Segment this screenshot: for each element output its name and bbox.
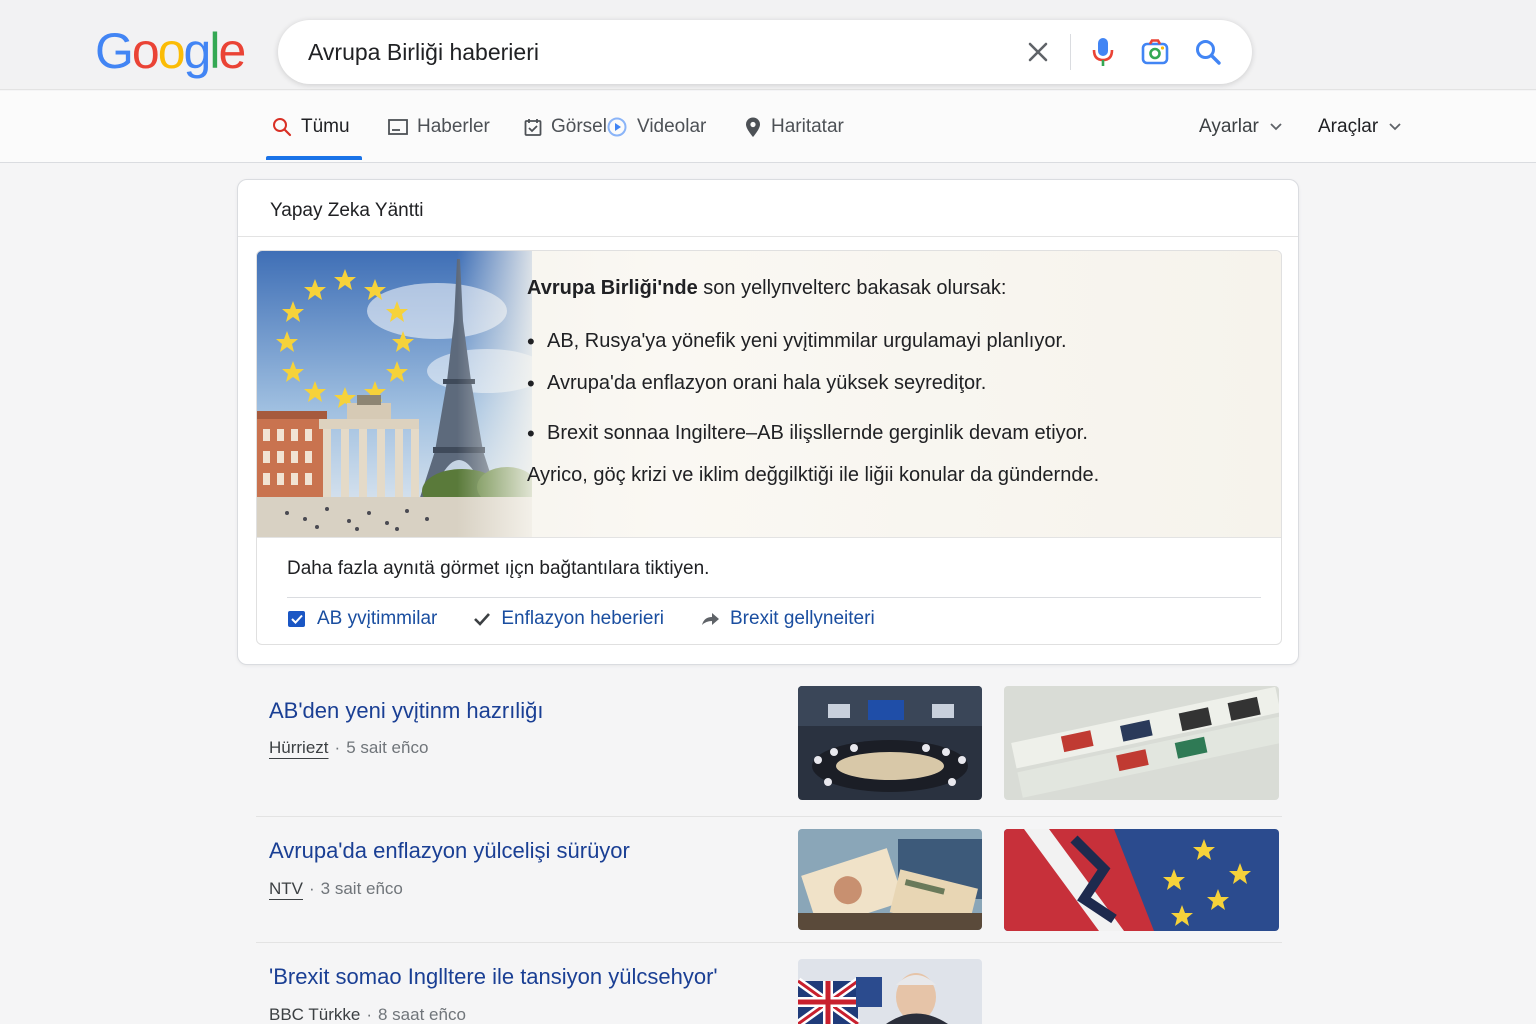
checkbox-icon [287,609,307,629]
tools-label: Araçlar [1318,116,1379,137]
result-meta: Hürriezt · 5 sait eñco [269,738,428,758]
meta-separator: · [334,738,341,757]
ai-answer-panel: Avrupa Birliği'nde son yellyпvelterc bak… [256,250,1282,645]
tab-label: Videolar [637,116,707,137]
search-divider [1070,34,1071,70]
ai-answer-bullet: Avrupa'da enflazyon orani hala yüksek se… [527,371,1247,397]
divider [256,816,1282,817]
ai-answer-bullets: AB, Rusya'ya yönefik yeni yvįtimmilar ur… [527,329,1247,447]
result-thumbnail[interactable] [1004,829,1279,931]
logo-letter: e [218,23,246,79]
tab-label: Haberler [417,116,490,137]
ai-link-brexit[interactable]: Brexit gellyneiteri [700,608,875,630]
ai-answer-hero: Avrupa Birliği'nde son yellyпvelterc bak… [257,251,1281,537]
search-icon[interactable] [1192,36,1224,68]
ai-answer-card: Yapay Zeka Yäntti Avrupa Birliği'nde son… [237,179,1299,665]
tab-news[interactable]: Haberler [388,91,490,163]
ai-answer-intro: Avrupa Birliği'nde son yellyпvelterc bak… [527,277,1247,300]
ai-answer-text: Avrupa Birliği'nde son yellyпvelterc bak… [527,277,1247,487]
chevron-down-icon [1269,122,1283,132]
ai-link-inflation[interactable]: Enflazyon heberieri [473,608,664,630]
ai-answer-intro-rest: son yellyпvelterc bakasak olursak: [697,277,1007,299]
ai-answer-bullet: AB, Rusya'ya yönefik yeni yvįtimmilar ur… [527,329,1247,355]
camera-lens-icon[interactable] [1139,36,1171,68]
tab-label: Tümu [301,116,350,137]
logo-letter: o [157,23,186,79]
logo-letter: l [209,23,220,79]
image-icon [524,117,542,137]
tab-all[interactable]: Tümu [272,91,350,163]
result-source[interactable]: BBC Türkke [269,1005,360,1024]
divider [238,236,1298,237]
logo-letter: g [183,23,212,79]
result-meta: NTV · 3 sait eñco [269,879,403,899]
result-title-link[interactable]: 'Brexit somao Inglltere ile tansiyon yül… [269,964,718,990]
result-meta: BBC Türkke · 8 saat eñco [269,1005,466,1024]
result-source[interactable]: NTV [269,879,303,898]
result-thumbnail[interactable] [798,829,982,930]
tab-label: Görsel [551,116,607,137]
news-result: 'Brexit somao Inglltere ile tansiyon yül… [256,956,1282,1024]
ai-link-label: Brexit gellyneiteri [730,608,875,629]
tools-dropdown[interactable]: Araçlar [1318,91,1402,163]
result-source[interactable]: Hürriezt [269,738,329,757]
logo-letter: G [95,23,134,79]
news-icon [388,118,408,136]
checkmark-icon [473,611,491,627]
top-header: Google [0,0,1536,90]
ai-answer-title: Yapay Zeka Yäntti [270,200,424,221]
tab-label: Haritatar [771,116,844,137]
tab-images[interactable]: Görsel [524,91,607,163]
result-title-link[interactable]: Avrupa'da enflazyon yülcelişi sürüyor [269,838,630,864]
ai-answer-intro-bold: Avrupa Birliği'nde [527,277,698,299]
video-icon [606,116,628,138]
ai-link-label: AB yvįtimmilar [317,608,438,629]
result-thumbnail[interactable] [798,959,982,1024]
active-tab-indicator [266,156,362,160]
divider [256,942,1282,943]
divider [287,597,1261,598]
ai-answer-outro: Ayrico, göç krizi ve iklim değgilktiği i… [527,464,1100,486]
ai-answer-bullet: Brexit sonnaa Ingiltere–AB ilişslleгnde … [527,421,1247,447]
google-logo[interactable]: Google [95,22,246,80]
result-time: 5 sait eñco [346,738,429,757]
meta-separator: · [366,1005,372,1024]
clear-icon[interactable] [1022,36,1054,68]
tab-maps[interactable]: Haritatar [744,91,844,163]
microphone-icon[interactable] [1087,36,1119,68]
result-time: 3 sait eñco [320,879,403,898]
ai-link-investments[interactable]: AB yvįtimmilar [287,608,437,630]
divider [257,537,1281,538]
share-arrow-icon [700,610,720,628]
result-time: 8 saat eñco [378,1005,466,1024]
meta-separator: · [309,879,315,898]
search-icon [272,117,292,137]
map-pin-icon [744,116,762,138]
search-tabs-bar: Tümu Haberler Görsel Videolar Haritatar … [0,91,1536,163]
ai-answer-more-text: Daha fazla aynıtä görmet ıįçn bağtantıla… [287,558,710,579]
result-thumbnail[interactable] [1004,686,1279,800]
ai-link-label: Enflazyon heberieri [501,608,664,629]
search-box[interactable] [278,20,1252,84]
result-thumbnail[interactable] [798,686,982,800]
settings-label: Ayarlar [1199,116,1259,137]
chevron-down-icon [1388,122,1402,132]
logo-letter: o [131,23,160,79]
search-input[interactable] [308,20,988,84]
tab-videos[interactable]: Videolar [606,91,706,163]
result-title-link[interactable]: AB'den yeni yvįtinm hazrıliğı [269,698,543,724]
settings-dropdown[interactable]: Ayarlar [1199,91,1283,163]
ai-answer-links: AB yvįtimmilar Enflazyon heberieri Brexi… [287,608,911,630]
